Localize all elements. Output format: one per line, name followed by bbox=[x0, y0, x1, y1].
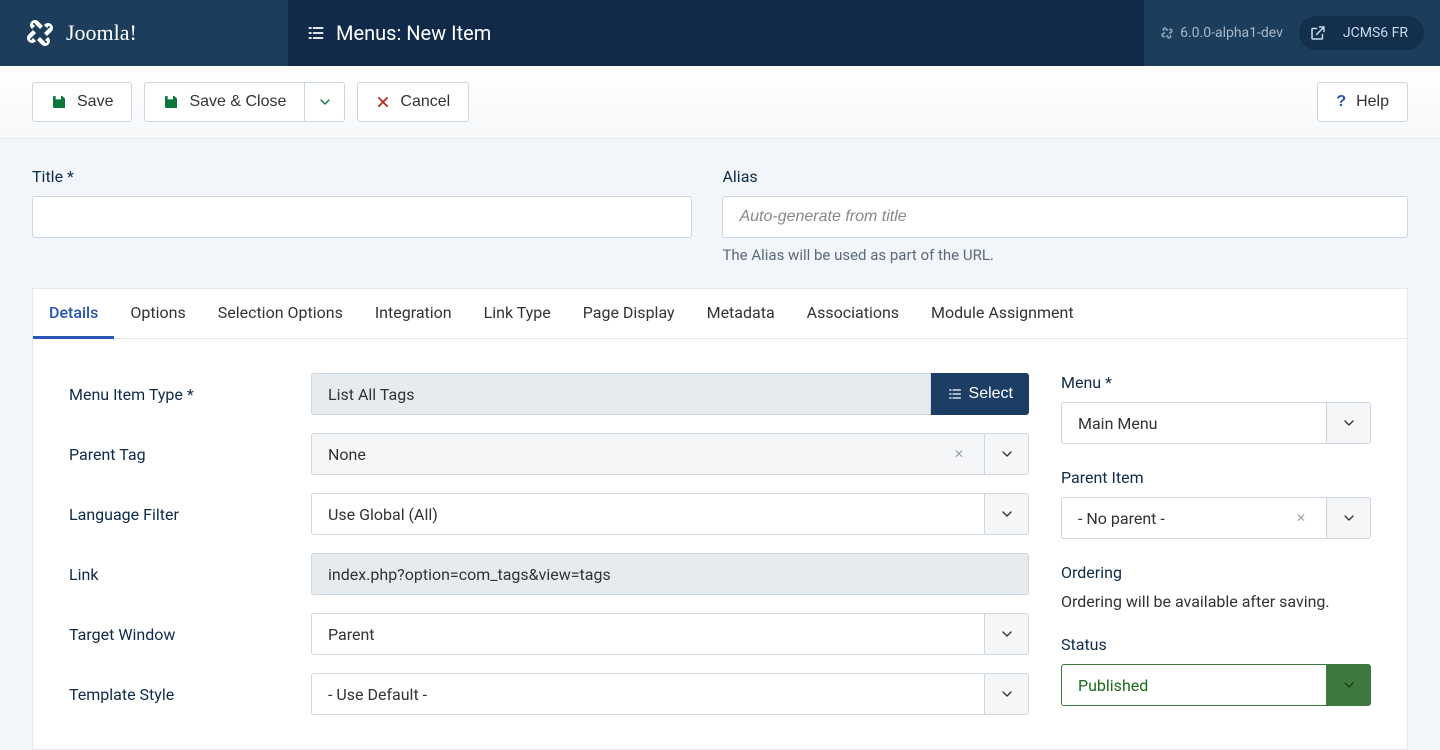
chevron-down-icon bbox=[1341, 510, 1357, 526]
save-icon bbox=[51, 94, 67, 110]
target-window-label: Target Window bbox=[69, 625, 287, 644]
tabs: Details Options Selection Options Integr… bbox=[32, 288, 1408, 750]
tab-options[interactable]: Options bbox=[114, 289, 201, 338]
link-label: Link bbox=[69, 565, 287, 584]
open-frontend-button[interactable]: JCMS6 FR bbox=[1299, 16, 1424, 50]
menu-dropdown[interactable] bbox=[1327, 402, 1371, 444]
tab-details[interactable]: Details bbox=[33, 289, 114, 339]
chevron-down-icon bbox=[999, 446, 1015, 462]
chevron-down-icon bbox=[999, 686, 1015, 702]
external-link-icon bbox=[1305, 20, 1331, 46]
target-window-select[interactable]: Parent bbox=[311, 613, 985, 655]
select-type-button[interactable]: Select bbox=[931, 373, 1029, 415]
template-style-select[interactable]: - Use Default - bbox=[311, 673, 985, 715]
page-title-area: Menus: New Item bbox=[288, 0, 1144, 66]
tab-integration[interactable]: Integration bbox=[359, 289, 468, 338]
chevron-down-icon bbox=[317, 94, 333, 110]
brand-text: Joomla! bbox=[66, 20, 137, 46]
close-icon bbox=[376, 95, 390, 109]
action-toolbar: Save Save & Close Cancel ? Help bbox=[0, 66, 1440, 139]
language-filter-select[interactable]: Use Global (All) bbox=[311, 493, 985, 535]
target-window-dropdown[interactable] bbox=[985, 613, 1029, 655]
menu-item-type-value: List All Tags bbox=[311, 373, 931, 415]
language-filter-value: Use Global (All) bbox=[328, 505, 438, 524]
tab-associations[interactable]: Associations bbox=[791, 289, 915, 338]
help-button[interactable]: ? Help bbox=[1317, 82, 1408, 122]
top-right: 6.0.0-alpha1-dev JCMS6 FR bbox=[1144, 0, 1440, 66]
status-value: Published bbox=[1078, 676, 1148, 695]
parent-item-value: - No parent - bbox=[1078, 509, 1165, 528]
menu-label: Menu * bbox=[1061, 373, 1371, 392]
ordering-label: Ordering bbox=[1061, 563, 1371, 582]
parent-item-select[interactable]: - No parent - ✕ bbox=[1061, 497, 1327, 539]
status-label: Status bbox=[1061, 635, 1371, 654]
list-icon bbox=[306, 23, 326, 43]
status-select[interactable]: Published bbox=[1061, 664, 1327, 706]
save-button[interactable]: Save bbox=[32, 82, 132, 122]
menu-select-value: Main Menu bbox=[1078, 414, 1157, 433]
save-close-button[interactable]: Save & Close bbox=[144, 82, 305, 122]
parent-tag-dropdown[interactable] bbox=[985, 433, 1029, 475]
page-title: Menus: New Item bbox=[336, 21, 491, 45]
alias-input[interactable] bbox=[722, 196, 1408, 238]
alias-label: Alias bbox=[722, 167, 1408, 186]
chevron-down-icon bbox=[1341, 677, 1357, 693]
form-header: Title * Alias The Alias will be used as … bbox=[0, 139, 1440, 296]
parent-item-label: Parent Item bbox=[1061, 468, 1371, 487]
template-style-dropdown[interactable] bbox=[985, 673, 1029, 715]
chevron-down-icon bbox=[999, 506, 1015, 522]
parent-item-dropdown[interactable] bbox=[1327, 497, 1371, 539]
title-label: Title * bbox=[32, 167, 692, 186]
list-icon bbox=[947, 386, 963, 402]
cancel-button[interactable]: Cancel bbox=[357, 82, 469, 122]
tab-page-display[interactable]: Page Display bbox=[567, 289, 691, 338]
save-close-group: Save & Close bbox=[144, 82, 345, 122]
parent-tag-value: None bbox=[328, 445, 366, 464]
tab-link-type[interactable]: Link Type bbox=[468, 289, 567, 338]
tabs-nav: Details Options Selection Options Integr… bbox=[33, 289, 1407, 339]
language-filter-label: Language Filter bbox=[69, 505, 287, 524]
save-dropdown-button[interactable] bbox=[305, 82, 345, 122]
template-style-value: - Use Default - bbox=[328, 685, 427, 704]
tab-metadata[interactable]: Metadata bbox=[691, 289, 791, 338]
tab-selection-options[interactable]: Selection Options bbox=[202, 289, 359, 338]
tab-content-details: Menu Item Type * List All Tags Select bbox=[33, 339, 1407, 749]
tab-module-assignment[interactable]: Module Assignment bbox=[915, 289, 1090, 338]
clear-icon[interactable]: ✕ bbox=[1292, 511, 1310, 525]
title-input[interactable] bbox=[32, 196, 692, 238]
parent-tag-label: Parent Tag bbox=[69, 445, 287, 464]
status-dropdown[interactable] bbox=[1327, 664, 1371, 706]
alias-description: The Alias will be used as part of the UR… bbox=[722, 246, 1408, 264]
language-filter-dropdown[interactable] bbox=[985, 493, 1029, 535]
joomla-logo-icon bbox=[24, 17, 56, 49]
save-icon bbox=[163, 94, 179, 110]
parent-tag-select[interactable]: None ✕ bbox=[311, 433, 985, 475]
template-style-label: Template Style bbox=[69, 685, 287, 704]
help-icon: ? bbox=[1336, 93, 1346, 111]
version-label[interactable]: 6.0.0-alpha1-dev bbox=[1160, 25, 1283, 41]
clear-icon[interactable]: ✕ bbox=[950, 447, 968, 461]
ordering-description: Ordering will be available after saving. bbox=[1061, 592, 1371, 611]
link-display: index.php?option=com_tags&view=tags bbox=[311, 553, 1029, 595]
chevron-down-icon bbox=[1341, 415, 1357, 431]
top-header: Joomla! Menus: New Item 6.0.0-alpha1-dev… bbox=[0, 0, 1440, 66]
brand-logo[interactable]: Joomla! bbox=[0, 0, 288, 66]
chevron-down-icon bbox=[999, 626, 1015, 642]
joomla-small-icon bbox=[1160, 26, 1174, 40]
target-window-value: Parent bbox=[328, 625, 375, 644]
menu-item-type-label: Menu Item Type * bbox=[69, 385, 287, 404]
menu-select[interactable]: Main Menu bbox=[1061, 402, 1327, 444]
